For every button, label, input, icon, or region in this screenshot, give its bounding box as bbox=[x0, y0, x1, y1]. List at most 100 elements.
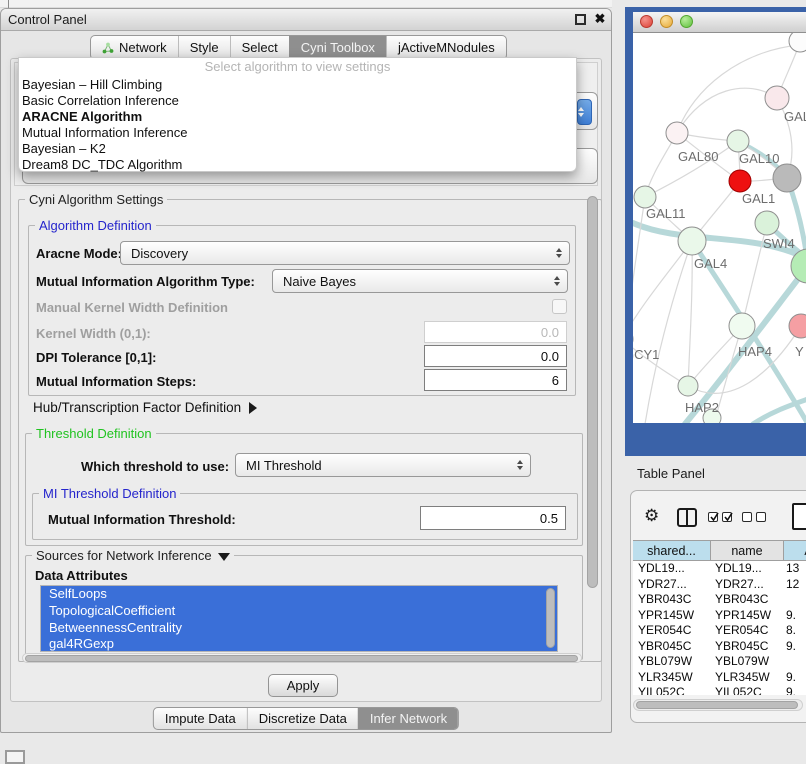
checked-checkbox-icon[interactable] bbox=[722, 512, 732, 522]
algorithm-option[interactable]: Bayesian – Hill Climbing bbox=[19, 77, 576, 93]
manual-kernel-checkbox bbox=[552, 299, 567, 314]
table-row[interactable]: YPR145WYPR145W9. bbox=[633, 608, 806, 624]
table-header-row: shared...nameA bbox=[633, 540, 806, 561]
table-row[interactable]: YLR345WYLR345W9. bbox=[633, 670, 806, 686]
control-panel-titlebar bbox=[1, 9, 611, 31]
network-node[interactable] bbox=[666, 122, 688, 144]
table-cell: YER054C bbox=[633, 623, 711, 639]
collapse-arrow-icon bbox=[218, 553, 230, 561]
top-strip-tick bbox=[8, 0, 9, 8]
tab-discretize-data[interactable]: Discretize Data bbox=[247, 708, 358, 729]
mi-type-value: Naive Bayes bbox=[283, 274, 356, 289]
top-strip bbox=[0, 0, 612, 8]
minimize-window-icon[interactable] bbox=[660, 15, 673, 28]
table-row[interactable]: YBR043CYBR043C bbox=[633, 592, 806, 608]
algorithm-option[interactable]: Basic Correlation Inference bbox=[19, 93, 576, 109]
table-row[interactable]: YBL079WYBL079W bbox=[633, 654, 806, 670]
network-canvas[interactable]: GALGAL80GAL10GAL1GAL11SWI4GAL4GCY1HAP4YH… bbox=[633, 33, 806, 423]
table-row[interactable]: YBR045CYBR045C9. bbox=[633, 639, 806, 655]
network-node[interactable] bbox=[765, 86, 789, 110]
stepper-icon bbox=[517, 460, 523, 470]
column-header[interactable]: shared... bbox=[633, 541, 711, 560]
mi-steps-label: Mutual Information Steps: bbox=[36, 374, 196, 389]
table-cell: YDR27... bbox=[633, 577, 711, 593]
network-node[interactable] bbox=[678, 376, 698, 396]
which-threshold-select[interactable]: MI Threshold bbox=[235, 453, 531, 477]
table-cell: YIL052C bbox=[711, 685, 784, 695]
network-node[interactable] bbox=[755, 211, 779, 235]
network-window-titlebar[interactable] bbox=[633, 12, 806, 33]
table-cell: YBR043C bbox=[711, 592, 784, 608]
tab-label: Select bbox=[242, 40, 278, 55]
network-node[interactable] bbox=[727, 130, 749, 152]
apply-button[interactable]: Apply bbox=[268, 674, 338, 697]
tab-infer-network[interactable]: Infer Network bbox=[358, 708, 458, 729]
column-header[interactable]: name bbox=[711, 541, 784, 560]
algorithm-option[interactable]: ARACNE Algorithm bbox=[19, 109, 576, 125]
table-row[interactable]: YIL052CYIL052C9. bbox=[633, 685, 806, 695]
mi-threshold-label: Mutual Information Threshold: bbox=[48, 512, 236, 527]
table-cell: 9. bbox=[784, 608, 806, 624]
unchecked-checkbox-icon[interactable] bbox=[742, 512, 752, 522]
attribute-item[interactable]: SelfLoops bbox=[41, 586, 557, 603]
table-cell: YDL19... bbox=[633, 561, 711, 577]
network-node[interactable] bbox=[634, 186, 656, 208]
aracne-mode-select[interactable]: Discovery bbox=[120, 241, 570, 265]
tab-impute-data[interactable]: Impute Data bbox=[154, 708, 247, 729]
column-header[interactable]: A bbox=[784, 541, 806, 560]
tab-label: Cyni Toolbox bbox=[301, 40, 375, 55]
tab-style[interactable]: Style bbox=[178, 36, 230, 59]
zoom-window-icon[interactable] bbox=[680, 15, 693, 28]
table-cell: YIL052C bbox=[633, 685, 711, 695]
settings-hscroll-thumb[interactable] bbox=[25, 655, 578, 662]
network-icon bbox=[102, 42, 114, 54]
attribute-item[interactable]: TopologicalCoefficient bbox=[41, 603, 557, 620]
tab-label: Infer Network bbox=[370, 711, 447, 726]
bottom-tabstrip: Impute DataDiscretize Data Infer Network bbox=[153, 707, 459, 730]
network-node[interactable] bbox=[729, 313, 755, 339]
algorithm-option[interactable]: Dream8 DC_TDC Algorithm bbox=[19, 157, 576, 173]
attributes-vertical-scrollbar[interactable] bbox=[546, 588, 555, 648]
close-window-icon[interactable] bbox=[640, 15, 653, 28]
network-node[interactable] bbox=[789, 33, 806, 52]
network-node[interactable] bbox=[729, 170, 751, 192]
gear-icon[interactable]: ⚙ bbox=[644, 506, 659, 526]
table-row[interactable]: YDL19...YDL19...13 bbox=[633, 561, 806, 577]
close-panel-icon[interactable]: ✖ bbox=[592, 10, 608, 28]
mi-steps-field[interactable] bbox=[424, 369, 567, 391]
attribute-item[interactable]: BetweennessCentrality bbox=[41, 620, 557, 637]
node-label: GAL bbox=[784, 109, 806, 124]
network-node[interactable] bbox=[789, 314, 806, 338]
table-row[interactable]: YDR27...YDR27...12 bbox=[633, 577, 806, 593]
node-label: HAP2 bbox=[685, 400, 719, 415]
tab-cyni-toolbox[interactable]: Cyni Toolbox bbox=[289, 36, 386, 59]
which-threshold-label: Which threshold to use: bbox=[81, 459, 229, 474]
mi-threshold-field[interactable] bbox=[420, 506, 566, 530]
which-threshold-value: MI Threshold bbox=[246, 458, 322, 473]
tab-network[interactable]: Network bbox=[91, 36, 178, 59]
algorithm-option[interactable]: Bayesian – K2 bbox=[19, 141, 576, 157]
settings-vertical-scrollbar[interactable] bbox=[587, 196, 598, 588]
tab-select[interactable]: Select bbox=[230, 36, 289, 59]
network-node[interactable] bbox=[773, 164, 801, 192]
hub-definition-expander[interactable]: Hub/Transcription Factor Definition bbox=[33, 400, 257, 415]
attribute-item[interactable]: gal4RGexp bbox=[41, 636, 557, 652]
tab-label: Style bbox=[190, 40, 219, 55]
sources-group-title[interactable]: Sources for Network Inference bbox=[32, 548, 234, 563]
document-icon[interactable] bbox=[792, 503, 806, 530]
table-cell: 9. bbox=[784, 639, 806, 655]
mi-type-select[interactable]: Naive Bayes bbox=[272, 269, 568, 293]
table-row[interactable]: YER054CYER054C8. bbox=[633, 623, 806, 639]
table-cell: YDL19... bbox=[711, 561, 784, 577]
float-window-icon[interactable] bbox=[575, 14, 586, 25]
algorithm-option[interactable]: Mutual Information Inference bbox=[19, 125, 576, 141]
stepper-icon bbox=[554, 276, 560, 286]
dpi-tolerance-field[interactable] bbox=[424, 345, 567, 367]
unchecked-checkbox-icon[interactable] bbox=[756, 512, 766, 522]
column-layout-icon[interactable] bbox=[677, 508, 697, 527]
tab-jactivemnodules[interactable]: jActiveMNodules bbox=[386, 36, 506, 59]
checked-checkbox-icon[interactable] bbox=[708, 512, 718, 522]
network-node[interactable] bbox=[678, 227, 706, 255]
combobox-stepper-icon[interactable] bbox=[577, 99, 592, 125]
table-hscroll-thumb[interactable] bbox=[636, 701, 798, 709]
